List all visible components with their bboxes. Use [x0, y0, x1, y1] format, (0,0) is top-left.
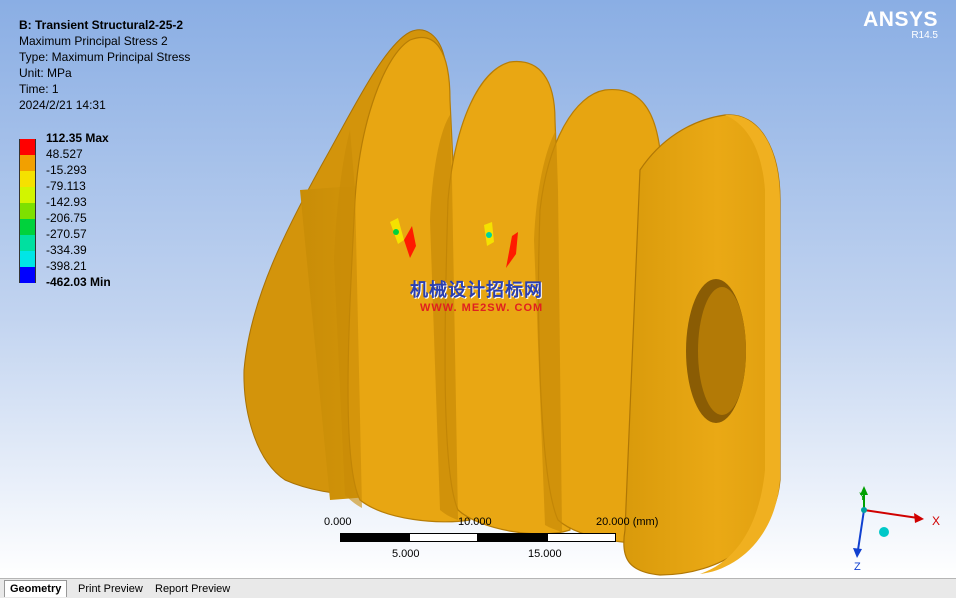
scale-label-20: 20.000 (mm) [596, 516, 659, 528]
tab-report-preview[interactable]: Report Preview [150, 581, 235, 597]
legend-label: -15.293 [46, 163, 87, 177]
legend-swatch [19, 139, 36, 155]
watermark-cn: 机械设计招标网 [410, 280, 543, 301]
legend-swatch [19, 155, 36, 171]
legend-label: -334.39 [46, 243, 87, 257]
legend-label: -270.57 [46, 227, 87, 241]
scale-label-15: 15.000 [528, 548, 562, 560]
legend-swatch [19, 251, 36, 267]
ansys-logo: ANSYS R14.5 [863, 8, 938, 41]
watermark: 机械设计招标网 WWW. ME2SW. COM [410, 276, 543, 314]
legend-label: -206.75 [46, 211, 87, 225]
graphics-viewport[interactable]: B: Transient Structural2-25-2 Maximum Pr… [0, 0, 956, 578]
scale-label-0: 0.000 [324, 516, 352, 528]
result-info: B: Transient Structural2-25-2 Maximum Pr… [19, 18, 190, 113]
view-tabs: Geometry Print Preview Report Preview [0, 578, 956, 598]
legend-label: 112.35 Max [46, 131, 109, 145]
result-date: 2024/2/21 14:31 [19, 97, 106, 112]
scale-seg-4 [547, 533, 616, 542]
axis-y-label: Y [859, 491, 867, 503]
legend-label: -398.21 [46, 259, 87, 273]
brand-name: ANSYS [863, 8, 938, 31]
legend-swatch [19, 267, 36, 283]
legend-swatch [19, 235, 36, 251]
watermark-url: WWW. ME2SW. COM [420, 302, 544, 314]
result-time: Time: 1 [19, 81, 59, 96]
legend-swatch [19, 219, 36, 235]
result-type: Type: Maximum Principal Stress [19, 49, 191, 64]
legend-label: -462.03 Min [46, 275, 111, 289]
legend-label: -79.113 [46, 179, 86, 193]
scale-bar: 0.000 10.000 20.000 (mm) 5.000 15.000 [324, 516, 678, 566]
scale-label-5: 5.000 [392, 548, 420, 560]
scale-seg-2 [409, 533, 478, 542]
legend-label: 48.527 [46, 147, 83, 161]
axis-triad[interactable]: X Y Z [830, 480, 950, 575]
result-name: Maximum Principal Stress 2 [19, 33, 168, 48]
scale-label-10: 10.000 [458, 516, 492, 528]
legend-swatch [19, 187, 36, 203]
result-title: B: Transient Structural2-25-2 [19, 18, 184, 32]
legend-label: -142.93 [46, 195, 87, 209]
tab-print-preview[interactable]: Print Preview [73, 581, 148, 597]
scale-seg-3 [478, 533, 547, 542]
legend-swatch [19, 171, 36, 187]
result-unit: Unit: MPa [19, 65, 72, 80]
axis-z-label: Z [854, 561, 861, 573]
tab-geometry[interactable]: Geometry [4, 580, 68, 597]
axis-x-label: X [932, 514, 940, 528]
scale-seg-1 [340, 533, 409, 542]
legend-swatch [19, 203, 36, 219]
